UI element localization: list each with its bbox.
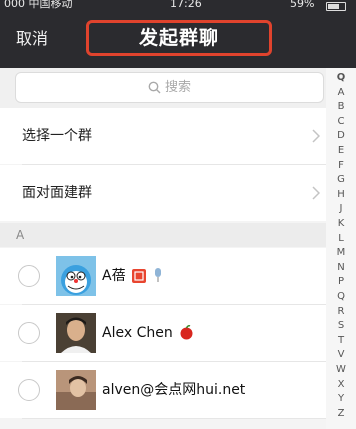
- contact-name: Alex Chen: [102, 325, 173, 341]
- time-label: 17:26: [170, 0, 202, 10]
- search-bar: 搜索: [0, 68, 326, 108]
- contact-row[interactable]: Alex Chen: [0, 305, 326, 361]
- index-letter[interactable]: G: [326, 174, 356, 185]
- battery-icon: [326, 2, 346, 11]
- index-letter[interactable]: X: [326, 379, 356, 390]
- index-letter[interactable]: F: [326, 160, 356, 171]
- avatar: [56, 370, 96, 410]
- select-radio[interactable]: [18, 322, 40, 344]
- index-letter[interactable]: Y: [326, 393, 356, 404]
- index-letter[interactable]: E: [326, 145, 356, 156]
- page-title: 发起群聊: [86, 20, 272, 56]
- select-group-row[interactable]: 选择一个群: [0, 108, 326, 164]
- search-placeholder: 搜索: [164, 80, 191, 95]
- divider: [22, 418, 326, 419]
- index-letter[interactable]: T: [326, 335, 356, 346]
- status-bar: 000 中国移动 17:26 59%: [0, 0, 356, 14]
- chevron-right-icon: [312, 129, 320, 143]
- index-letter[interactable]: M: [326, 247, 356, 258]
- section-letter: A: [16, 228, 25, 242]
- nav-bar: 取消 发起群聊: [0, 14, 356, 68]
- search-icon: [148, 81, 161, 94]
- index-letter[interactable]: W: [326, 364, 356, 375]
- index-letter[interactable]: D: [326, 130, 356, 141]
- contact-name: alven@会点网hui.net: [102, 382, 246, 398]
- cancel-button[interactable]: 取消: [16, 28, 48, 50]
- index-letter[interactable]: C: [326, 116, 356, 127]
- index-letter[interactable]: H: [326, 189, 356, 200]
- apple-icon: [180, 325, 193, 340]
- section-header: A: [0, 223, 326, 247]
- chevron-right-icon: [312, 186, 320, 200]
- index-letter[interactable]: J: [326, 203, 356, 214]
- index-letter[interactable]: A: [326, 87, 356, 98]
- index-letter[interactable]: L: [326, 233, 356, 244]
- contact-name: A蓓: [102, 268, 126, 284]
- contact-row[interactable]: A蓓: [0, 248, 326, 304]
- carrier-label: 000 中国移动: [4, 0, 73, 10]
- microphone-icon: [155, 268, 162, 282]
- search-input[interactable]: 搜索: [15, 72, 324, 103]
- red-badge-icon: [132, 269, 147, 283]
- avatar: [56, 256, 96, 296]
- select-radio[interactable]: [18, 379, 40, 401]
- avatar: [56, 313, 96, 353]
- battery-label: 59%: [290, 0, 315, 10]
- alphabet-index[interactable]: QABCDEFGHJKLMNPQRSTVWXYZ: [326, 68, 356, 429]
- select-group-label: 选择一个群: [22, 128, 92, 144]
- contact-row[interactable]: alven@会点网hui.net: [0, 362, 326, 418]
- index-letter[interactable]: Z: [326, 408, 356, 419]
- index-letter[interactable]: R: [326, 306, 356, 317]
- index-letter[interactable]: V: [326, 349, 356, 360]
- index-letter[interactable]: S: [326, 320, 356, 331]
- index-letter[interactable]: Q: [326, 291, 356, 302]
- index-letter[interactable]: Q: [326, 72, 356, 83]
- face-to-face-group-row[interactable]: 面对面建群: [0, 165, 326, 221]
- index-letter[interactable]: N: [326, 262, 356, 273]
- index-letter[interactable]: P: [326, 276, 356, 287]
- index-letter[interactable]: B: [326, 101, 356, 112]
- index-letter[interactable]: K: [326, 218, 356, 229]
- face-to-face-group-label: 面对面建群: [22, 185, 92, 201]
- select-radio[interactable]: [18, 265, 40, 287]
